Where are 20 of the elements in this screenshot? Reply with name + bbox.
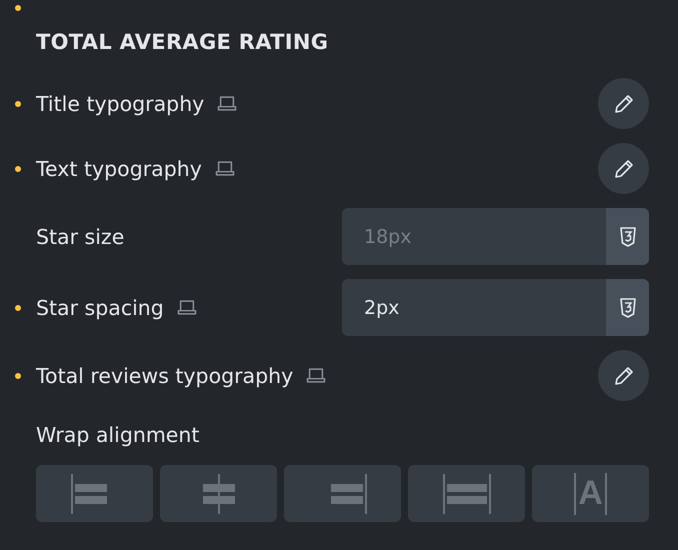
pencil-icon (612, 364, 634, 386)
number-field[interactable]: 2px (342, 279, 606, 336)
control-label: Total reviews typography (36, 364, 294, 388)
css-button[interactable] (606, 208, 649, 265)
control-label: Star size (36, 224, 124, 248)
laptop-icon[interactable] (176, 299, 198, 316)
laptop-icon[interactable] (214, 160, 236, 177)
control-label: Wrap alignment (36, 423, 200, 447)
laptop-icon[interactable] (216, 95, 238, 112)
pencil-icon (612, 92, 634, 114)
css-icon (618, 296, 638, 318)
control-label: Text typography (36, 156, 202, 180)
number-field[interactable]: 18px (342, 208, 606, 265)
pencil-icon (612, 158, 634, 180)
css-button[interactable] (606, 279, 649, 336)
section-heading: TOTAL AVERAGE RATING (36, 30, 328, 54)
laptop-icon[interactable] (305, 367, 328, 384)
css-icon (618, 226, 638, 248)
control-label: Title typography (36, 92, 204, 116)
control-label: Star spacing (36, 296, 164, 320)
